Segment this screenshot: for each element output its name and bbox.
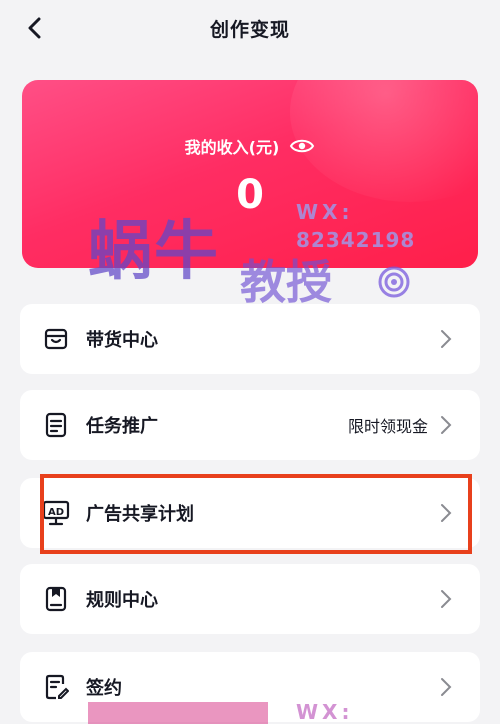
- menu-item-label: 带货中心: [86, 330, 158, 351]
- shop-bag-icon: [42, 325, 70, 353]
- back-button[interactable]: [18, 12, 50, 44]
- svg-text:AD: AD: [48, 507, 64, 518]
- menu-item-goods-center[interactable]: 带货中心: [20, 304, 480, 374]
- income-label-row: 我的收入(元): [22, 134, 478, 158]
- chevron-left-icon: [28, 17, 41, 39]
- watermark-brand-sub: 教授: [240, 255, 332, 309]
- chevron-right-icon: [440, 329, 454, 349]
- toggle-visibility-button[interactable]: [289, 137, 315, 155]
- menu-item-task-promotion[interactable]: 任务推广 限时领现金: [20, 390, 480, 460]
- page-title: 创作变现: [209, 18, 290, 41]
- top-bar: 创作变现: [0, 0, 500, 56]
- chevron-right-icon: [440, 503, 454, 523]
- watermark-wx-number: 82342198: [296, 228, 416, 252]
- watermark-bottom-band: [88, 702, 268, 724]
- menu-item-extra: 限时领现金: [347, 417, 428, 436]
- chevron-right-icon: [440, 415, 454, 435]
- menu-item-label: 任务推广: [86, 416, 158, 437]
- menu-item-label: 规则中心: [86, 590, 158, 611]
- eye-icon: [290, 139, 315, 153]
- menu-item-rules-center[interactable]: 规则中心: [20, 564, 480, 634]
- ad-monitor-icon: AD: [42, 499, 70, 527]
- watermark-bottom-wx-label: WX:: [296, 700, 354, 724]
- watermark-wx-label: WX:: [296, 200, 354, 224]
- document-icon: [42, 411, 70, 439]
- menu-item-label: 签约: [86, 678, 122, 699]
- menu-item-ad-sharing-plan[interactable]: AD 广告共享计划: [20, 478, 480, 548]
- contract-pen-icon: [42, 673, 70, 701]
- bookmark-icon: [42, 585, 70, 613]
- menu-item-label: 广告共享计划: [86, 504, 194, 525]
- income-label: 我的收入(元): [184, 138, 280, 157]
- chevron-right-icon: [440, 589, 454, 609]
- chevron-right-icon: [440, 677, 454, 697]
- watermark-brand: 蜗牛: [88, 215, 220, 289]
- snail-logo-icon: [378, 266, 410, 298]
